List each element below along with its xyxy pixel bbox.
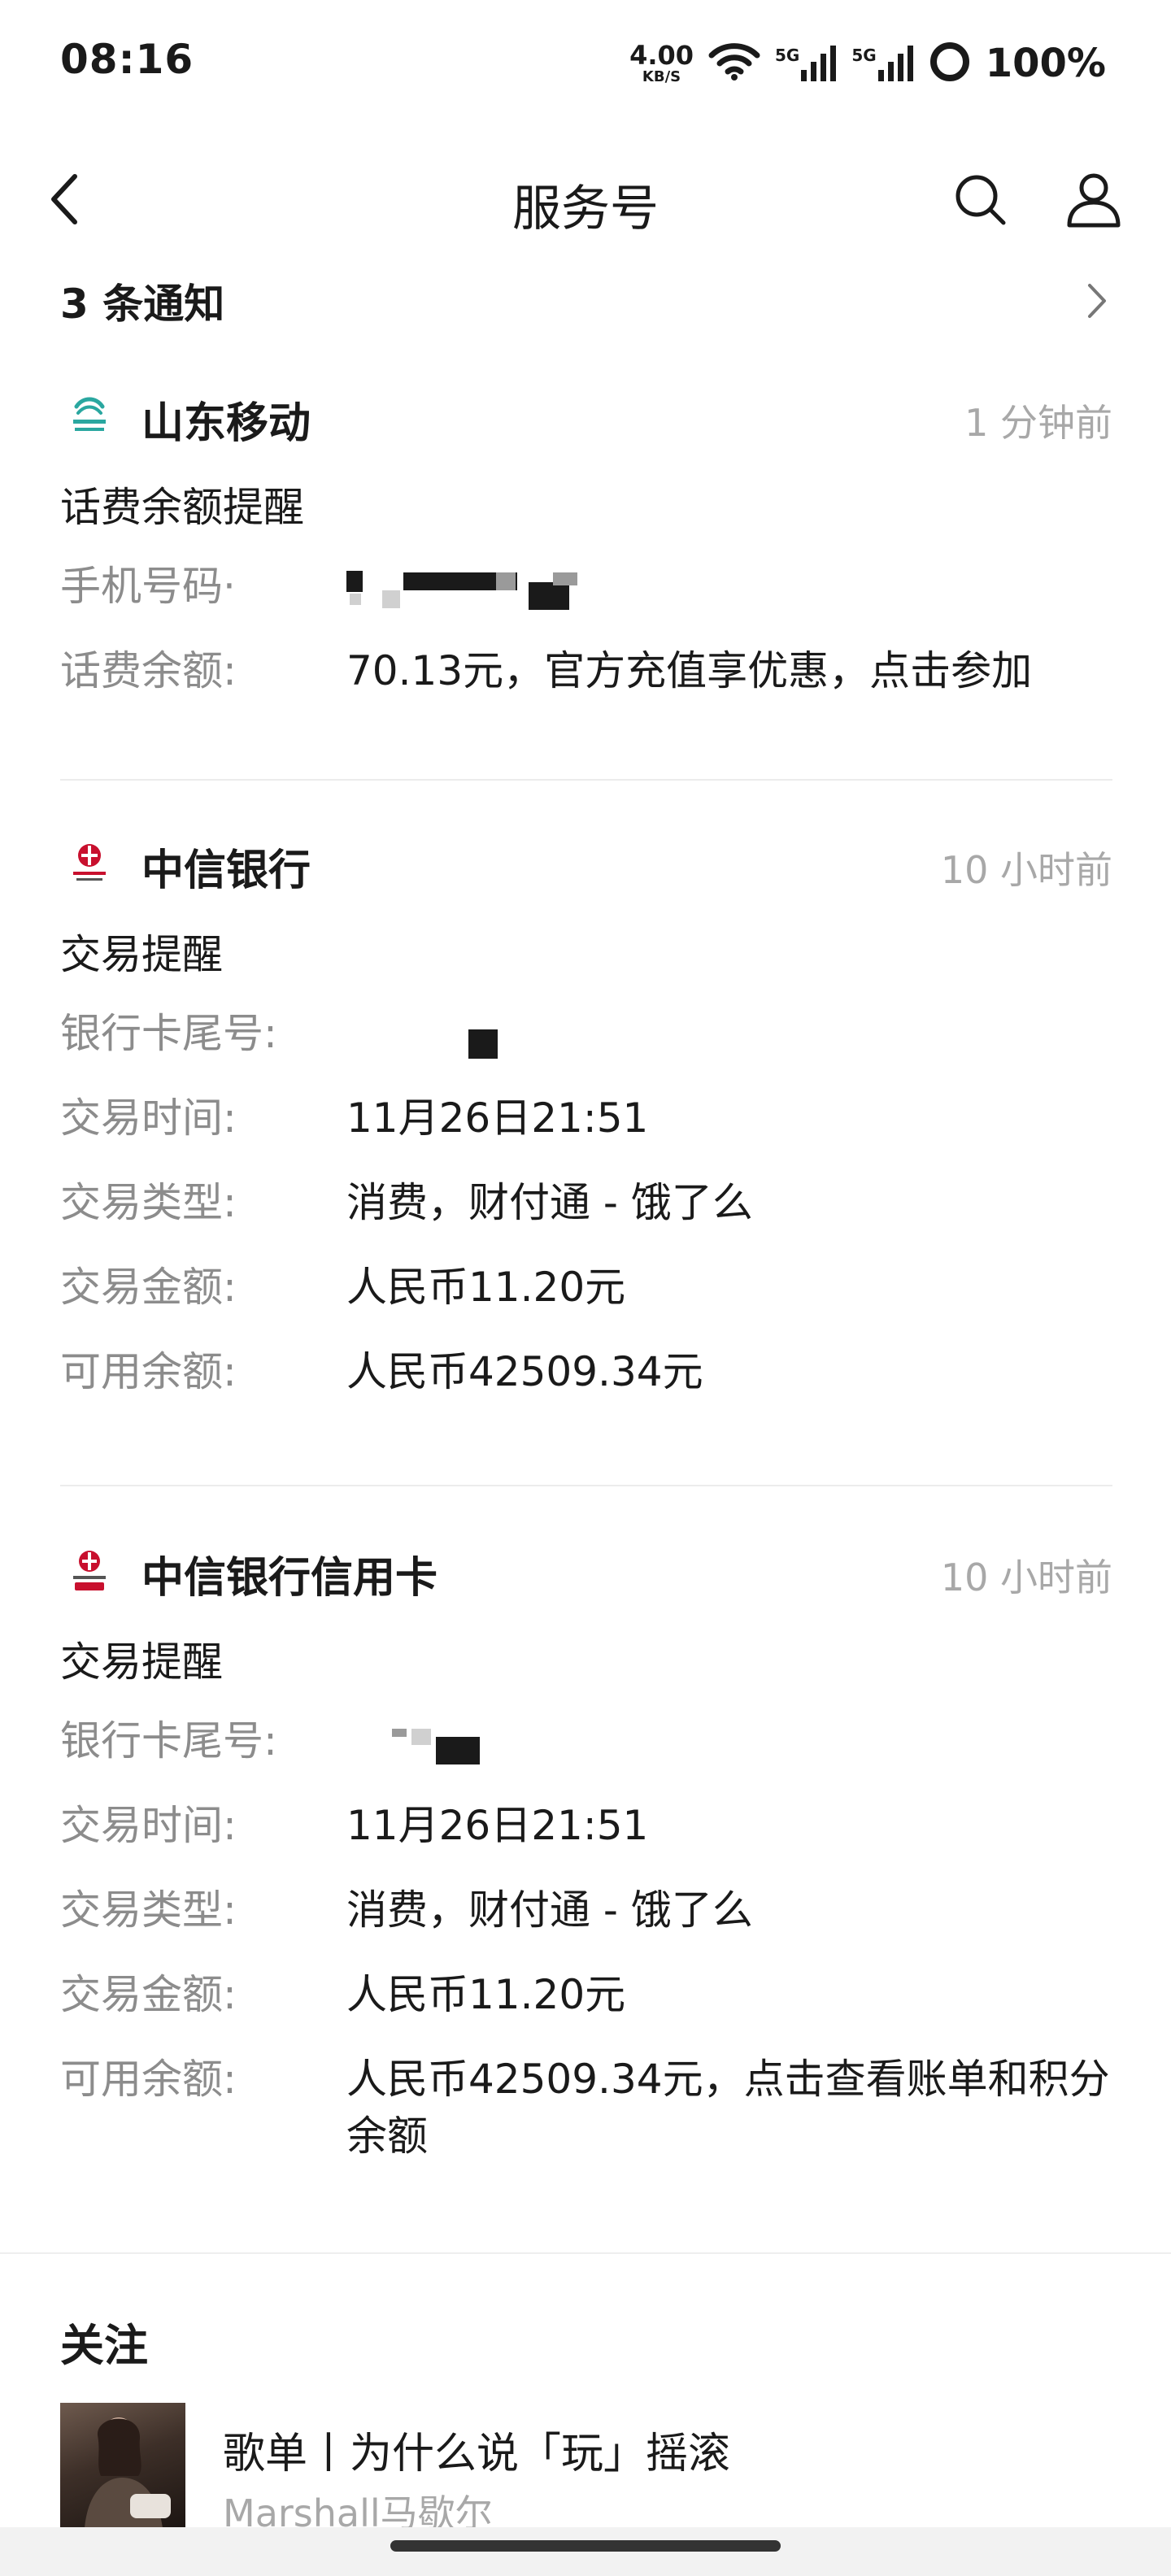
card-header: 山东移动 1 分钟前 — [60, 374, 1112, 463]
status-time: 08:16 — [60, 36, 194, 83]
detail-value: 人民币42509.34元 — [346, 1348, 703, 1395]
detail-value: 人民币11.20元 — [346, 1971, 626, 2018]
message-card-citic-bank[interactable]: 中信银行 10 小时前 交易提醒 银行卡尾号: 交易时间: 11月26日21:5… — [60, 821, 1112, 1418]
search-button[interactable] — [943, 163, 1016, 236]
citic-bank-logo — [65, 838, 114, 886]
card-divider — [60, 1485, 1112, 1486]
notification-count: 3 条通知 — [60, 281, 225, 328]
detail-row: 交易类型: 消费，财付通 - 饿了么 — [60, 1164, 1112, 1249]
detail-value: 消费，财付通 - 饿了么 — [346, 1179, 753, 1226]
home-indicator[interactable] — [390, 2540, 781, 2552]
message-subtitle: 交易提醒 — [60, 931, 223, 978]
network-speed-value: 4.00 — [629, 40, 694, 71]
detail-row: 交易时间: 11月26日21:51 — [60, 1787, 1112, 1872]
detail-key: 交易金额: — [60, 1971, 237, 2018]
detail-key: 可用余额: — [60, 1348, 237, 1395]
search-icon — [956, 175, 1006, 225]
sender-name: 山东移动 — [141, 399, 311, 448]
sender-name: 中信银行信用卡 — [141, 1554, 438, 1603]
detail-row: 银行卡尾号: — [60, 1703, 1112, 1787]
message-subtitle: 交易提醒 — [60, 1638, 223, 1686]
redaction-mask — [346, 571, 590, 611]
message-card-mobile[interactable]: 山东移动 1 分钟前 话费余额提醒 手机号码· 话费余额: 70.13元，官方充… — [60, 374, 1112, 717]
detail-value — [346, 548, 1112, 558]
article-thumbnail — [60, 2403, 185, 2528]
detail-row: 可用余额: 人民币42509.34元 — [60, 1334, 1112, 1418]
signal-bars-icon — [877, 46, 913, 81]
detail-row: 交易类型: 消费，财付通 - 饿了么 — [60, 1872, 1112, 1956]
detail-value: 人民币42509.34元，点击查看账单和积分余额 — [346, 2056, 1110, 2160]
detail-key: 银行卡尾号: — [60, 1717, 277, 1764]
detail-value: 11月26日21:51 — [346, 1802, 649, 1849]
detail-key: 交易类型: — [60, 1886, 237, 1934]
detail-row: 手机号码· — [60, 548, 1112, 633]
redaction-mask — [346, 1018, 509, 1059]
detail-value: 70.13元，官方充值享优惠，点击参加 — [346, 647, 1033, 694]
signal-sim1: 5G — [775, 46, 837, 81]
detail-row: 可用余额: 人民币42509.34元，点击查看账单和积分余额 — [60, 2041, 1112, 2165]
detail-key: 交易金额: — [60, 1264, 237, 1311]
signal-sim2: 5G — [851, 46, 913, 81]
redaction-mask — [346, 1724, 509, 1764]
detail-key: 交易时间: — [60, 1802, 237, 1849]
section-divider — [0, 2252, 1171, 2254]
chevron-right-icon — [1088, 284, 1106, 318]
follow-section-title: 关注 — [60, 2320, 148, 2371]
status-bar: 08:16 4.00 KB/S 5G 5G 100% — [0, 0, 1171, 122]
detail-value: 人民币11.20元 — [346, 1264, 626, 1311]
message-time: 10 小时前 — [940, 848, 1112, 892]
status-icons: 4.00 KB/S 5G 5G 100% — [629, 39, 1106, 88]
detail-key: 交易时间: — [60, 1094, 237, 1142]
detail-value — [346, 995, 1112, 1005]
network-speed: 4.00 KB/S — [629, 42, 694, 85]
china-mobile-logo — [65, 390, 114, 439]
detail-value — [346, 1703, 1112, 1712]
message-subtitle: 话费余额提醒 — [60, 484, 304, 531]
wifi-icon — [708, 42, 760, 85]
detail-key: 可用余额: — [60, 2056, 237, 2103]
detail-key: 银行卡尾号: — [60, 1010, 277, 1057]
notification-count-row[interactable]: 3 条通知 — [60, 268, 1109, 333]
detail-row: 交易时间: 11月26日21:51 — [60, 1080, 1112, 1164]
message-card-citic-credit[interactable]: 中信银行信用卡 10 小时前 交易提醒 银行卡尾号: 交易时间: 11月26日2… — [60, 1529, 1112, 2165]
detail-row: 话费余额: 70.13元，官方充值享优惠，点击参加 — [60, 633, 1112, 717]
detail-key: 手机号码· — [60, 563, 236, 610]
card-header: 中信银行信用卡 10 小时前 — [60, 1529, 1112, 1618]
signal-sim2-tag: 5G — [851, 46, 877, 65]
battery-percent: 100% — [985, 41, 1106, 86]
person-icon — [1067, 173, 1121, 228]
sender-name: 中信银行 — [141, 846, 311, 895]
followed-article-item[interactable]: 歌单丨为什么说「玩」摇滚 Marshall马歇尔 — [60, 2403, 1112, 2535]
detail-row: 交易金额: 人民币11.20元 — [60, 1249, 1112, 1334]
card-header: 中信银行 10 小时前 — [60, 821, 1112, 911]
detail-value: 11月26日21:51 — [346, 1094, 649, 1142]
message-time: 1 分钟前 — [964, 401, 1112, 445]
detail-row: 银行卡尾号: — [60, 995, 1112, 1080]
gesture-bar-area — [0, 2527, 1171, 2576]
signal-bars-icon — [801, 46, 837, 81]
card-divider — [60, 779, 1112, 781]
detail-key: 交易类型: — [60, 1179, 237, 1226]
nav-bar: 服务号 — [0, 146, 1171, 252]
detail-key: 话费余额: — [60, 647, 237, 694]
detail-value: 消费，财付通 - 饿了么 — [346, 1886, 753, 1934]
network-speed-unit: KB/S — [642, 68, 681, 85]
battery-ring-icon — [929, 41, 971, 86]
signal-sim1-tag: 5G — [775, 46, 800, 65]
detail-row: 交易金额: 人民币11.20元 — [60, 1956, 1112, 2041]
citic-credit-card-logo — [65, 1545, 114, 1594]
profile-button[interactable] — [1057, 163, 1130, 236]
message-time: 10 小时前 — [940, 1556, 1112, 1599]
article-title: 歌单丨为什么说「玩」摇滚 — [223, 2430, 731, 2478]
